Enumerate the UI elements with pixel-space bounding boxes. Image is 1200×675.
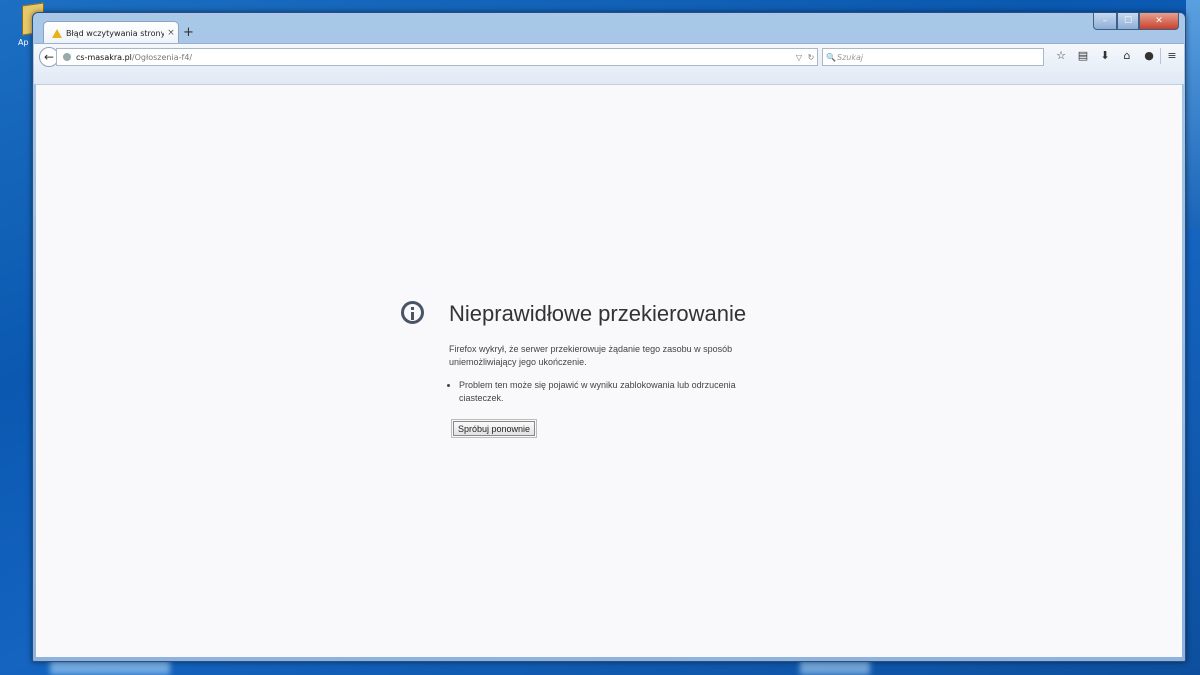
toolbar-icons: ☆ ▤ ⬇ ⌂ ● ≡ <box>1050 48 1183 64</box>
site-identity-icon[interactable] <box>63 53 71 61</box>
list-item: Problem ten może się pojawić w wyniku za… <box>459 379 769 405</box>
minimize-button[interactable]: – <box>1093 13 1117 30</box>
downloads-icon[interactable]: ⬇ <box>1094 48 1116 64</box>
url-bar[interactable]: cs-masakra.pl /Ogłoszenia-f4/ ▽ ↻ <box>56 48 818 66</box>
search-icon: 🔍 <box>826 52 836 62</box>
caption-buttons: – ☐ ✕ <box>1093 13 1179 30</box>
home-icon[interactable]: ⌂ <box>1116 48 1138 64</box>
url-host: cs-masakra.pl <box>76 52 132 62</box>
chat-icon[interactable]: ● <box>1138 48 1160 64</box>
search-input[interactable]: 🔍 Szukaj <box>822 48 1044 66</box>
error-title: Nieprawidłowe przekierowanie <box>449 301 747 326</box>
url-history-dropdown-icon[interactable]: ▽ <box>793 53 805 62</box>
warning-icon <box>52 28 62 38</box>
tab-title: Błąd wczytywania strony <box>66 28 164 38</box>
search-placeholder: Szukaj <box>837 52 864 62</box>
maximize-button[interactable]: ☐ <box>1117 13 1139 30</box>
error-hints: Problem ten może się pojawić w wyniku za… <box>449 379 769 405</box>
desktop-background-edge <box>1186 0 1200 230</box>
tab-error-page[interactable]: Błąd wczytywania strony × <box>43 21 179 44</box>
close-window-button[interactable]: ✕ <box>1139 13 1179 30</box>
info-icon <box>401 301 424 324</box>
navigation-toolbar: ← cs-masakra.pl /Ogłoszenia-f4/ ▽ ↻ 🔍 Sz… <box>34 43 1184 84</box>
reading-list-icon[interactable]: ▤ <box>1072 48 1094 64</box>
new-tab-button[interactable]: + <box>183 25 194 40</box>
reload-icon[interactable]: ↻ <box>805 53 817 62</box>
tab-close-button[interactable]: × <box>164 28 178 38</box>
error-description: Firefox wykrył, że serwer przekierowuje … <box>449 344 733 367</box>
desktop-icon-label: Ap <box>18 38 29 47</box>
bookmark-star-icon[interactable]: ☆ <box>1050 48 1072 64</box>
menu-icon[interactable]: ≡ <box>1160 48 1183 64</box>
retry-button[interactable]: Spróbuj ponownie <box>450 419 538 438</box>
browser-window: – ☐ ✕ Błąd wczytywania strony × + ← cs-m… <box>32 12 1186 662</box>
page-content: Nieprawidłowe przekierowanie Firefox wyk… <box>36 84 1182 657</box>
url-path: /Ogłoszenia-f4/ <box>131 52 193 62</box>
